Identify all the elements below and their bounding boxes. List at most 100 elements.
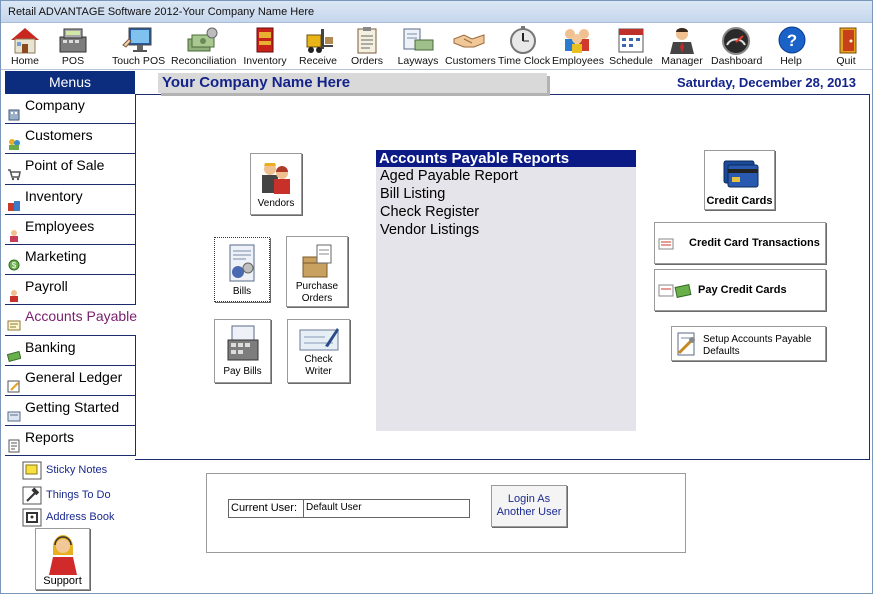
toolbar-orders-label: Orders (350, 55, 384, 67)
credit-cards-label: Credit Cards (706, 195, 773, 207)
main-toolbar: Home POS Touch POS Reconciliation Invent… (1, 23, 872, 70)
sidebar-item-payroll[interactable]: Payroll (5, 275, 136, 306)
setup-defaults-label-1: Setup Accounts Payable (703, 334, 812, 345)
title-bar: Retail ADVANTAGE Software 2012-Your Comp… (1, 1, 872, 23)
report-bill-listing[interactable]: Bill Listing (376, 185, 636, 203)
toolbar-manager-button[interactable]: Manager (660, 23, 704, 70)
pay-bills-icon (227, 325, 258, 361)
toolbar-home-button[interactable]: Home (8, 23, 42, 70)
sidebar-item-label: General Ledger (25, 368, 123, 385)
employee-icon (10, 229, 18, 242)
support-button[interactable]: Support (35, 528, 90, 590)
bills-button[interactable]: Bills (214, 237, 270, 302)
payroll-icon (10, 290, 18, 303)
current-date: Saturday, December 28, 2013 (677, 75, 856, 90)
toolbar-schedule-button[interactable]: Schedule (609, 23, 653, 70)
door-exit-icon (839, 27, 857, 54)
calendar-icon (618, 28, 644, 53)
support-agent-icon (48, 535, 77, 575)
setup-tools-icon (677, 332, 695, 356)
toolbar-dashboard-button[interactable]: Dashboard (711, 23, 763, 70)
handshake-icon (453, 34, 485, 48)
sidebar-item-inventory[interactable]: Inventory (5, 184, 136, 215)
toolbar-pos-label: POS (61, 55, 85, 67)
vendors-button[interactable]: Vendors (250, 153, 302, 215)
check-writer-label-2: Writer (305, 366, 332, 377)
report-check-register[interactable]: Check Register (376, 203, 636, 221)
inventory-icon (8, 200, 20, 211)
bills-icon (229, 244, 255, 282)
toolbar-orders-button[interactable]: Orders (349, 23, 385, 70)
home-icon (11, 28, 39, 54)
toolbar-customers-button[interactable]: Customers (445, 23, 496, 70)
credit-card-transactions-label: Credit Card Transactions (689, 237, 820, 249)
pay-bills-button[interactable]: Pay Bills (214, 319, 271, 383)
credit-card-transactions-button[interactable]: Credit Card Transactions (654, 222, 826, 264)
sidebar-item-company[interactable]: Company (5, 94, 136, 125)
purchase-orders-button[interactable]: Purchase Orders (286, 236, 348, 307)
toolbar-time-clock-button[interactable]: Time Clock (498, 23, 551, 70)
toolbar-touch-pos-label: Touch POS (112, 55, 166, 67)
sidebar-item-employees[interactable]: Employees (5, 214, 136, 245)
toolbar-dashboard-label: Dashboard (711, 55, 763, 67)
toolbar-pos-button[interactable]: POS (56, 23, 90, 70)
sidebar: Company Customers Point of Sale Inventor… (5, 94, 138, 457)
toolbar-inventory-label: Inventory (243, 55, 287, 67)
check-writer-icon (299, 328, 339, 351)
credit-cards-button[interactable]: Credit Cards (704, 150, 775, 210)
pay-bills-label: Pay Bills (223, 366, 262, 377)
purchase-orders-label-1: Purchase (295, 281, 339, 292)
help-icon: ? (778, 26, 806, 54)
sidebar-item-accounts-payable[interactable]: Accounts Payable (5, 305, 138, 336)
setup-defaults-label-2: Defaults (703, 346, 740, 357)
reports-icon (8, 439, 20, 453)
ledger-icon (7, 380, 20, 393)
address-book-icon (22, 508, 42, 527)
toolbar-employees-button[interactable]: Employees (552, 23, 604, 70)
toolbar-help-button[interactable]: ? Help (775, 23, 807, 70)
address-book-label: Address Book (46, 511, 115, 523)
toolbar-touch-pos-button[interactable]: Touch POS (112, 23, 166, 70)
toolbar-time-clock-label: Time Clock (498, 55, 551, 67)
hammer-icon (22, 486, 42, 505)
pay-credit-cards-label: Pay Credit Cards (698, 284, 787, 296)
sticky-notes-label: Sticky Notes (46, 464, 108, 476)
report-aged-payable[interactable]: Aged Payable Report (376, 167, 636, 185)
pay-credit-cards-icon (658, 284, 692, 298)
check-writer-button[interactable]: Check Writer (287, 319, 350, 383)
sidebar-item-label: Customers (25, 127, 93, 144)
people-group-icon (565, 29, 589, 53)
sidebar-item-point-of-sale[interactable]: Point of Sale (5, 154, 136, 185)
toolbar-receive-button[interactable]: Receive (298, 23, 338, 70)
vendors-icon (262, 163, 290, 194)
forklift-icon (306, 29, 333, 53)
toolbar-customers-label: Customers (445, 55, 496, 67)
sidebar-item-label: Banking (25, 338, 76, 355)
sidebar-item-getting-started[interactable]: Getting Started (5, 395, 136, 427)
report-vendor-listings[interactable]: Vendor Listings (376, 221, 636, 239)
svg-text:?: ? (787, 31, 797, 50)
login-as-another-user-button[interactable]: Login As Another User (491, 485, 567, 527)
sidebar-item-customers[interactable]: Customers (5, 124, 136, 155)
setup-accounts-payable-defaults-button[interactable]: Setup Accounts Payable Defaults (671, 326, 826, 361)
gauge-icon (722, 27, 750, 55)
sidebar-item-general-ledger[interactable]: General Ledger (5, 365, 136, 396)
sidebar-item-label: Accounts Payable (25, 308, 138, 325)
toolbar-quit-button[interactable]: Quit (831, 23, 861, 70)
toolbar-manager-label: Manager (661, 55, 703, 67)
toolbar-layways-button[interactable]: Layways (397, 23, 439, 70)
sidebar-item-marketing[interactable]: $ Marketing (5, 244, 136, 276)
toolbar-receive-label: Receive (299, 55, 337, 67)
things-to-do-label: Things To Do (46, 489, 111, 501)
toolbar-inventory-button[interactable]: Inventory (242, 23, 288, 70)
cash-stack-icon (187, 27, 218, 52)
sticky-note-icon (22, 461, 42, 480)
sidebar-item-banking[interactable]: Banking (5, 335, 136, 366)
credit-cards-icon (723, 160, 758, 188)
toolbar-layways-label: Layways (397, 55, 439, 67)
sidebar-item-label: Reports (25, 429, 75, 446)
sidebar-item-reports[interactable]: Reports (5, 426, 136, 457)
pay-credit-cards-button[interactable]: Pay Credit Cards (654, 269, 826, 311)
toolbar-reconciliation-button[interactable]: Reconciliation (171, 23, 236, 70)
sidebar-item-label: Getting Started (25, 398, 120, 415)
